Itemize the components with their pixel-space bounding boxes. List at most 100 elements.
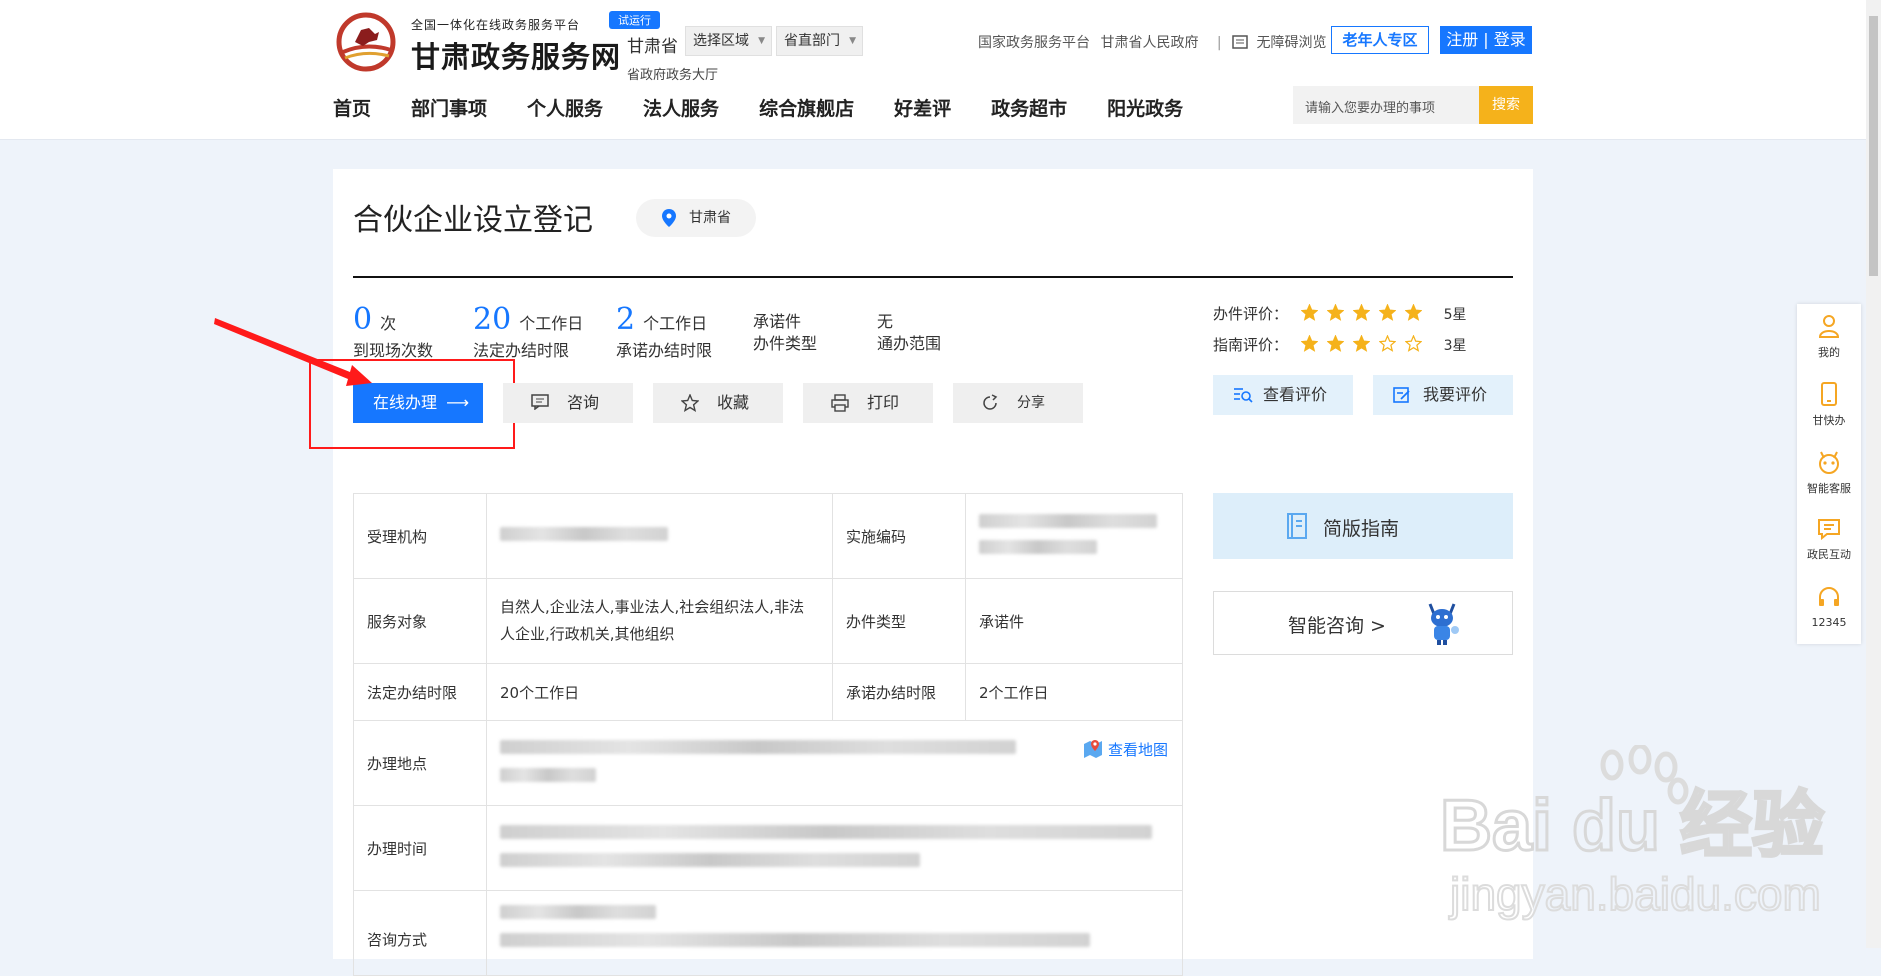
list-search-icon: [1234, 388, 1253, 403]
assistant-mascot-icon: [1428, 603, 1459, 645]
sidebar-label: 12345: [1811, 616, 1847, 629]
smart-consult-button[interactable]: 智能咨询 >: [1213, 591, 1513, 655]
region-select[interactable]: 选择区域 ▼: [685, 26, 772, 56]
star-filled-icon: [1300, 303, 1319, 321]
target-value: 自然人,企业法人,事业法人,社会组织法人,非法人企业,行政机关,其他组织: [486, 578, 833, 664]
stat-promise-limit: 2 个工作日 承诺办结时限: [616, 302, 712, 361]
contact-value: [486, 890, 1183, 976]
target-label: 服务对象: [353, 578, 487, 664]
redacted-text: [500, 740, 1016, 754]
legal-limit-label: 法定办结时限: [353, 663, 487, 721]
type-value: 承诺件: [965, 578, 1183, 664]
watermark-url: jingyan.baidu.com: [1448, 868, 1821, 920]
redacted-text: [500, 768, 596, 782]
nav-evaluation[interactable]: 好差评: [894, 94, 951, 121]
sidebar-item-smart-service[interactable]: 智能客服: [1797, 450, 1861, 496]
promise-limit-label: 承诺办结时限: [832, 663, 966, 721]
view-reviews-label: 查看评价: [1263, 385, 1328, 404]
star-outline-icon: [681, 394, 699, 412]
write-review-button[interactable]: 我要评价: [1373, 375, 1513, 415]
national-platform-link[interactable]: 国家政务服务平台: [978, 35, 1090, 51]
agency-value: [486, 493, 833, 579]
location-label: 甘肃省: [689, 210, 731, 226]
brief-guide-button[interactable]: 简版指南: [1213, 493, 1513, 559]
nav-personal[interactable]: 个人服务: [527, 94, 603, 121]
annotation-arrow: [214, 318, 372, 386]
table-row: 咨询方式: [353, 890, 1183, 976]
redacted-text: [500, 905, 656, 919]
sidebar-label: 甘快办: [1812, 414, 1846, 427]
redacted-text: [979, 540, 1097, 554]
sidebar-item-interaction[interactable]: 政民互动: [1797, 518, 1861, 562]
chevron-down-icon: ▼: [849, 36, 856, 46]
star-empty-icon: [1378, 334, 1397, 352]
redacted-text: [979, 514, 1157, 528]
sidebar-item-gankuaiban[interactable]: 甘快办: [1797, 382, 1861, 428]
location-pin-icon: [662, 209, 676, 227]
search-button[interactable]: 搜索: [1479, 86, 1533, 124]
scrollbar-thumb[interactable]: [1869, 16, 1878, 276]
login-link[interactable]: 登录: [1494, 30, 1526, 49]
nav-legal[interactable]: 法人服务: [643, 94, 719, 121]
robot-icon: [1819, 451, 1839, 474]
print-button[interactable]: 打印: [803, 383, 933, 423]
view-reviews-button[interactable]: 查看评价: [1213, 375, 1353, 415]
province-gov-link[interactable]: 甘肃省人民政府: [1100, 35, 1198, 51]
location-badge: 甘肃省: [636, 199, 756, 237]
divider: |: [1216, 35, 1222, 51]
sidebar-label: 智能客服: [1807, 482, 1851, 495]
place-value: 查看地图: [486, 720, 1183, 806]
table-row: 受理机构 实施编码: [353, 493, 1183, 579]
star-filled-icon: [1404, 303, 1423, 321]
case-rating-value: 5星: [1443, 307, 1467, 323]
star-filled-icon: [1352, 303, 1371, 321]
type-label: 办件类型: [832, 578, 966, 664]
redacted-text: [500, 853, 920, 867]
nav-sunshine[interactable]: 阳光政务: [1107, 94, 1183, 121]
gov-hall-link[interactable]: 省政府政务大厅: [627, 64, 718, 83]
edit-note-icon: [1393, 387, 1410, 403]
time-label: 办理时间: [353, 805, 487, 891]
table-row: 法定办结时限 20个工作日 承诺办结时限 2个工作日: [353, 663, 1183, 721]
nav-supermarket[interactable]: 政务超市: [991, 94, 1067, 121]
case-rating: 办件评价： 5星: [1213, 303, 1467, 325]
accessible-browse-link[interactable]: 无障碍浏览: [1257, 35, 1327, 51]
guide-rating-stars: [1300, 334, 1431, 356]
floating-sidebar: 我的 甘快办 智能客服 政民互动 12345: [1797, 304, 1861, 644]
mobile-phone-icon: [1821, 382, 1837, 406]
dept-select[interactable]: 省直部门 ▼: [776, 26, 863, 56]
code-value: [965, 493, 1183, 579]
trial-badge: 试运行: [609, 11, 660, 29]
view-map-label: 查看地图: [1107, 741, 1168, 759]
scope-label: 通办范围: [877, 334, 942, 353]
stat-label: 承诺办结时限: [616, 341, 713, 360]
search-input[interactable]: 请输入您要办理的事项: [1305, 97, 1435, 116]
stat-number: 20: [473, 302, 512, 337]
stat-scope: 无 通办范围: [877, 311, 941, 355]
favorite-button[interactable]: 收藏: [653, 383, 783, 423]
case-type-value: 承诺件: [753, 312, 802, 331]
consult-button[interactable]: 咨询: [503, 383, 633, 423]
register-link[interactable]: 注册: [1446, 30, 1478, 49]
search-box: 请输入您要办理的事项 搜索: [1293, 86, 1533, 124]
case-rating-stars: [1300, 303, 1431, 325]
sidebar-item-mine[interactable]: 我的: [1797, 314, 1861, 360]
page-scrollbar[interactable]: [1866, 0, 1881, 948]
region-select-label: 选择区域: [693, 33, 749, 49]
star-filled-icon: [1378, 303, 1397, 321]
contact-label: 咨询方式: [353, 890, 487, 976]
view-map-link[interactable]: 查看地图: [1083, 739, 1168, 760]
item-info-table: 受理机构 实施编码 服务对象 自然人,企业法人,事业法人,社会组织法人,非法人企…: [353, 493, 1183, 976]
watermark-brand: Bai du 经验: [1440, 786, 1824, 866]
elder-zone-button[interactable]: 老年人专区: [1331, 26, 1429, 54]
table-row: 服务对象 自然人,企业法人,事业法人,社会组织法人,非法人企业,行政机关,其他组…: [353, 578, 1183, 664]
headset-icon: [1819, 587, 1839, 606]
share-button[interactable]: 分享: [953, 383, 1083, 423]
place-label: 办理地点: [353, 720, 487, 806]
table-row: 办理时间: [353, 805, 1183, 891]
sidebar-item-hotline[interactable]: 12345: [1797, 586, 1861, 629]
case-rating-label: 办件评价：: [1213, 305, 1289, 323]
nav-flagship[interactable]: 综合旗舰店: [759, 94, 854, 121]
chat-icon: [1818, 519, 1840, 540]
nav-dept-items[interactable]: 部门事项: [411, 94, 487, 121]
